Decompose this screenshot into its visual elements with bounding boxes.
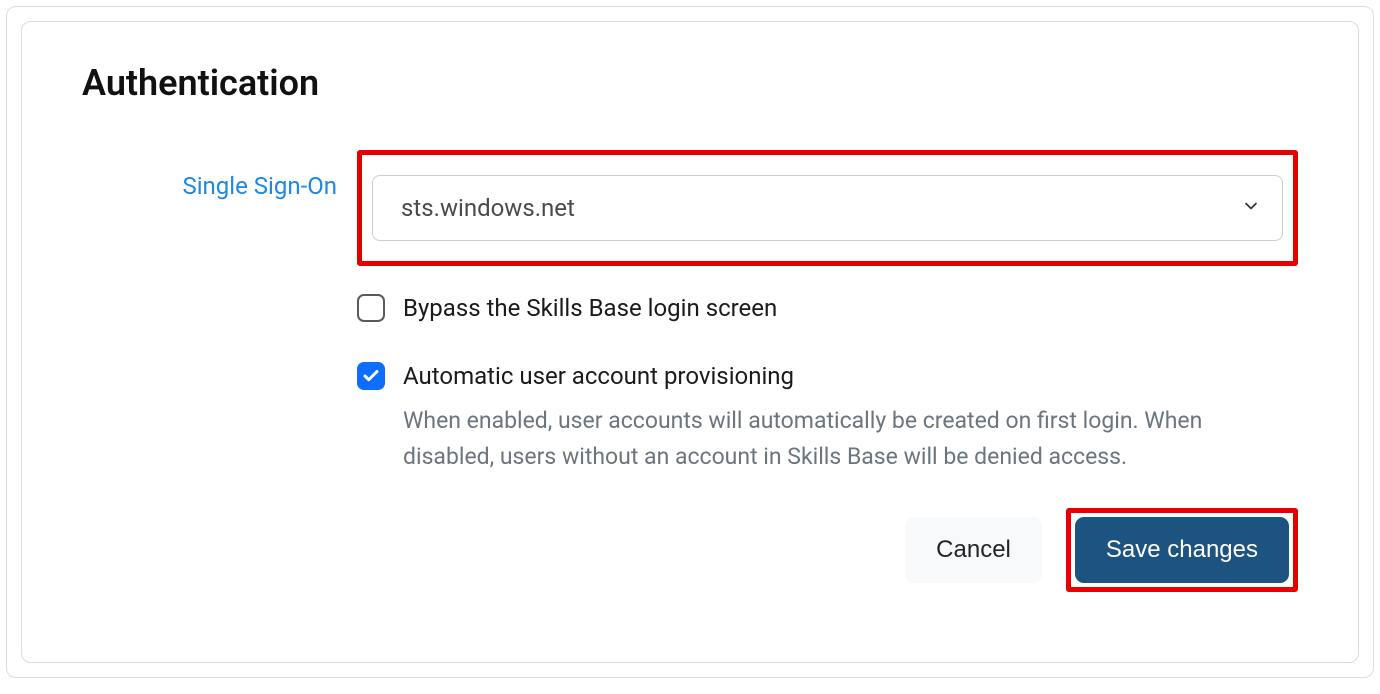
sso-select[interactable]: sts.windows.net [372, 175, 1283, 241]
sso-row: Single Sign-On sts.windows.net Bypass th… [82, 150, 1298, 592]
sso-control-col: sts.windows.net Bypass the Skills Base l… [357, 150, 1298, 592]
bypass-row: Bypass the Skills Base login screen [357, 292, 1298, 326]
bypass-label: Bypass the Skills Base login screen [403, 292, 1298, 326]
outer-container: Authentication Single Sign-On sts.window… [6, 6, 1374, 678]
auto-provision-checkbox[interactable] [357, 362, 385, 390]
bypass-content: Bypass the Skills Base login screen [403, 292, 1298, 326]
sso-select-wrapper: sts.windows.net [372, 175, 1283, 241]
auto-provision-row: Automatic user account provisioning When… [357, 360, 1298, 475]
save-button[interactable]: Save changes [1075, 517, 1289, 583]
page-title: Authentication [82, 62, 1298, 104]
auto-provision-content: Automatic user account provisioning When… [403, 360, 1298, 475]
sso-link[interactable]: Single Sign-On [182, 172, 337, 200]
sso-highlight: sts.windows.net [357, 150, 1298, 266]
auto-provision-helper: When enabled, user accounts will automat… [403, 403, 1298, 474]
bypass-checkbox[interactable] [357, 294, 385, 322]
save-highlight: Save changes [1066, 508, 1298, 592]
auth-section-card: Authentication Single Sign-On sts.window… [21, 21, 1359, 663]
auto-provision-label: Automatic user account provisioning [403, 360, 1298, 394]
sso-label-col: Single Sign-On [82, 150, 357, 200]
cancel-button[interactable]: Cancel [905, 517, 1042, 583]
button-row: Cancel Save changes [357, 508, 1298, 592]
